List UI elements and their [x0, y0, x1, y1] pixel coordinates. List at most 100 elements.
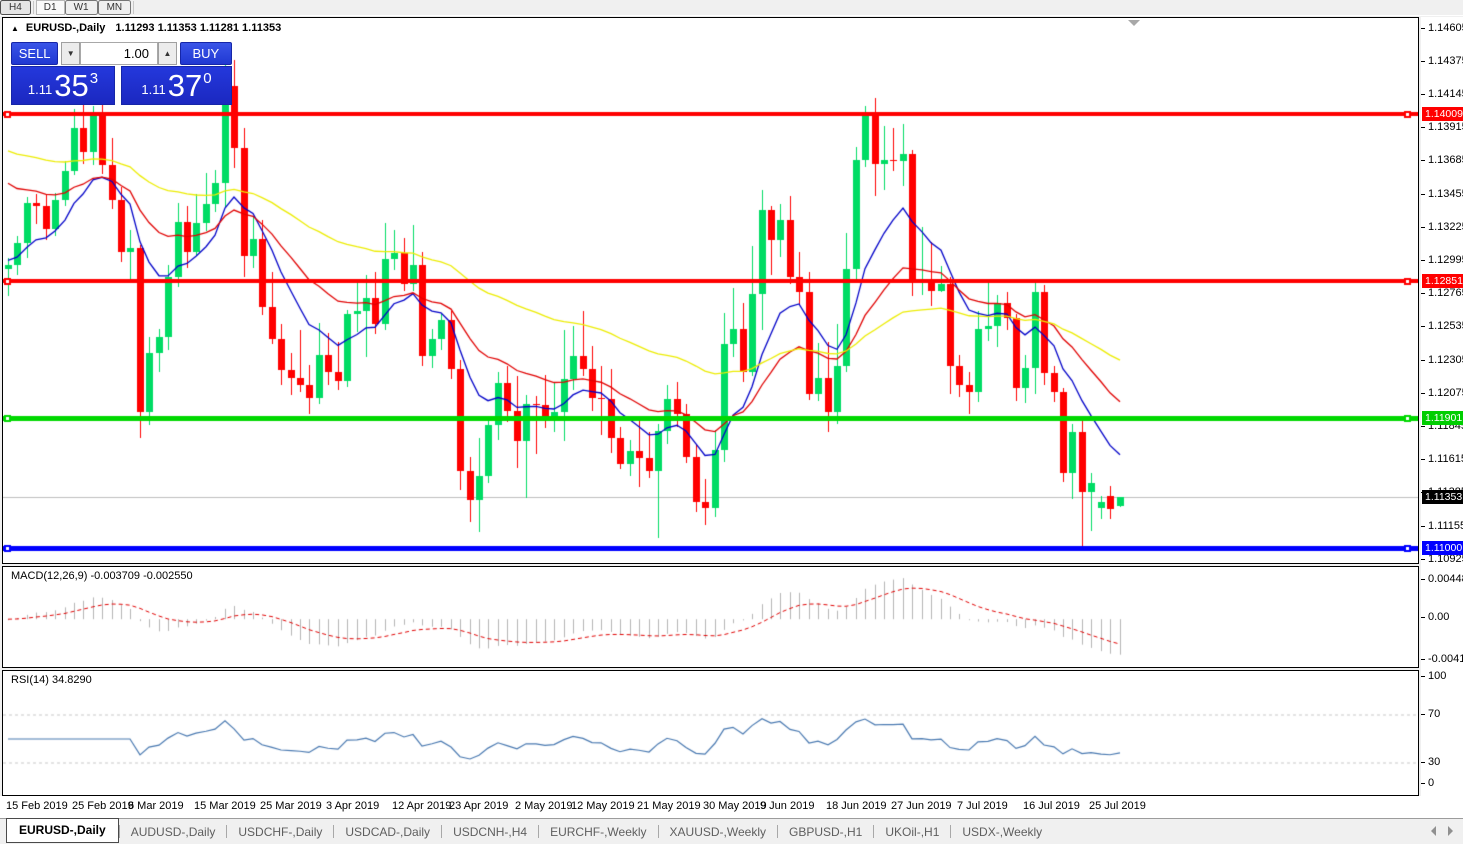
price-axis-tick — [1421, 227, 1425, 228]
macd-canvas[interactable] — [3, 567, 1418, 667]
time-axis-label: 30 May 2019 — [703, 800, 767, 812]
chart-symbol-title: EURUSD-,Daily — [26, 22, 105, 34]
chart-ohlc-values: 1.11293 1.11353 1.11281 1.11353 — [115, 22, 281, 34]
chart-tab-ukoil[interactable]: UKOil-,H1 — [874, 822, 950, 842]
price-axis-tick — [1421, 393, 1425, 394]
price-axis-tick-label: 1.14375 — [1428, 55, 1463, 67]
rsi-axis-tick — [1421, 714, 1425, 715]
chart-tab-audusd[interactable]: AUDUSD-,Daily — [120, 822, 227, 842]
toolbar-separator — [133, 1, 134, 14]
chart-tab-eurusd[interactable]: EURUSD-,Daily — [6, 818, 119, 843]
price-axis-tick — [1421, 28, 1425, 29]
price-axis-tick — [1421, 61, 1425, 62]
macd-axis-tick — [1421, 659, 1425, 660]
macd-label: MACD(12,26,9) -0.003709 -0.002550 — [11, 570, 193, 582]
chart-tab-usdx[interactable]: USDX-,Weekly — [951, 822, 1053, 842]
buy-price-tile[interactable]: 1.11 37 0 — [121, 66, 232, 105]
price-axis-tick-label: 1.14605 — [1428, 22, 1463, 34]
rsi-axis-label: 100 — [1428, 670, 1446, 682]
price-axis-tick-label: 1.12995 — [1428, 254, 1463, 266]
timeframe-button-w1[interactable]: W1 — [65, 0, 98, 15]
one-click-trade-panel: SELL ▼ ▲ BUY 1.11 35 3 1.11 37 0 — [11, 42, 232, 105]
price-axis-tick — [1421, 459, 1425, 460]
time-axis-label: 25 Jul 2019 — [1089, 800, 1146, 812]
price-axis-tick — [1421, 326, 1425, 327]
time-axis-label: 21 May 2019 — [637, 800, 701, 812]
volume-increase-button[interactable]: ▲ — [158, 42, 177, 65]
time-axis-label: 6 Mar 2019 — [128, 800, 184, 812]
sell-price-pips: 35 — [54, 71, 88, 101]
price-axis-tick-label: 1.12765 — [1428, 287, 1463, 299]
price-axis-tick — [1421, 260, 1425, 261]
macd-axis-label: 0.004484 — [1428, 573, 1463, 585]
trade-panel-collapse-icon[interactable]: ▲ — [11, 24, 19, 33]
price-level-tag: 1.11353 — [1422, 490, 1463, 504]
price-axis-tick — [1421, 94, 1425, 95]
sell-price-point: 3 — [90, 70, 98, 87]
rsi-axis-label: 70 — [1428, 708, 1440, 720]
price-axis-tick — [1421, 426, 1425, 427]
time-axis-label: 9 Jun 2019 — [760, 800, 814, 812]
macd-indicator-pane: MACD(12,26,9) -0.003709 -0.002550 — [2, 566, 1419, 668]
tab-scroll-right-icon[interactable] — [1448, 826, 1453, 836]
chart-tab-xauusd[interactable]: XAUUSD-,Weekly — [659, 822, 777, 842]
price-axis-tick-label: 1.13455 — [1428, 188, 1463, 200]
time-axis-label: 16 Jul 2019 — [1023, 800, 1080, 812]
tab-scroll-left-icon[interactable] — [1431, 826, 1436, 836]
price-axis-tick — [1421, 160, 1425, 161]
price-axis-tick — [1421, 194, 1425, 195]
chart-tab-bar: EURUSD-,DailyAUDUSD-,DailyUSDCHF-,DailyU… — [0, 818, 1463, 844]
buy-button[interactable]: BUY — [180, 42, 232, 65]
rsi-label: RSI(14) 34.8290 — [11, 674, 92, 686]
chart-tab-usdchf[interactable]: USDCHF-,Daily — [227, 822, 333, 842]
time-axis-label: 25 Mar 2019 — [260, 800, 322, 812]
time-axis-label: 12 Apr 2019 — [392, 800, 451, 812]
time-axis[interactable]: 15 Feb 201925 Feb 20196 Mar 201915 Mar 2… — [0, 796, 1463, 818]
time-axis-label: 15 Feb 2019 — [6, 800, 68, 812]
price-axis-tick-label: 1.12535 — [1428, 320, 1463, 332]
sell-price-prefix: 1.11 — [28, 82, 52, 97]
price-axis-tick — [1421, 526, 1425, 527]
rsi-indicator-pane: RSI(14) 34.8290 — [2, 670, 1419, 796]
macd-axis-label: -0.0041 — [1428, 653, 1463, 665]
toolbar-separator — [33, 1, 34, 14]
price-axis-tick — [1421, 127, 1425, 128]
buy-price-pips: 37 — [168, 71, 202, 101]
time-axis-label: 3 Apr 2019 — [326, 800, 379, 812]
buy-price-prefix: 1.11 — [141, 82, 165, 97]
time-axis-label: 27 Jun 2019 — [891, 800, 952, 812]
macd-axis-tick — [1421, 617, 1425, 618]
rsi-axis-tick — [1421, 676, 1425, 677]
price-axis-tick-label: 1.13225 — [1428, 221, 1463, 233]
rsi-axis-label: 30 — [1428, 756, 1440, 768]
timeframe-button-d1[interactable]: D1 — [36, 0, 65, 15]
timeframe-toolbar: H4 D1 W1 MN — [0, 0, 1463, 16]
price-axis-tick-label: 1.12305 — [1428, 354, 1463, 366]
price-axis-tick-label: 1.11615 — [1428, 453, 1463, 465]
buy-price-point: 0 — [203, 70, 211, 87]
chart-tab-usdcad[interactable]: USDCAD-,Daily — [334, 822, 441, 842]
time-axis-label: 23 Apr 2019 — [449, 800, 508, 812]
price-axis[interactable]: 1.146051.143751.141451.139151.136851.134… — [1421, 17, 1463, 796]
price-axis-tick — [1421, 559, 1425, 560]
macd-axis-tick — [1421, 579, 1425, 580]
chart-tab-gbpusd[interactable]: GBPUSD-,H1 — [778, 822, 873, 842]
volume-input[interactable] — [80, 42, 158, 65]
volume-decrease-button[interactable]: ▼ — [61, 42, 80, 65]
timeframe-button-h4[interactable]: H4 — [0, 0, 31, 15]
macd-axis-label: 0.00 — [1428, 611, 1449, 623]
price-axis-tick-label: 1.12075 — [1428, 387, 1463, 399]
rsi-axis-tick — [1421, 783, 1425, 784]
sell-button[interactable]: SELL — [11, 42, 58, 65]
sell-price-tile[interactable]: 1.11 35 3 — [11, 66, 115, 105]
price-level-tag: 1.11000 — [1422, 541, 1463, 555]
chart-tab-eurchf[interactable]: EURCHF-,Weekly — [539, 822, 657, 842]
chart-shift-marker-icon[interactable] — [1128, 20, 1140, 26]
rsi-axis-tick — [1421, 762, 1425, 763]
time-axis-label: 15 Mar 2019 — [194, 800, 256, 812]
timeframe-button-mn[interactable]: MN — [98, 0, 132, 15]
rsi-canvas[interactable] — [3, 671, 1418, 795]
rsi-axis-label: 0 — [1428, 777, 1434, 789]
chart-tab-usdcnh[interactable]: USDCNH-,H4 — [442, 822, 538, 842]
time-axis-label: 2 May 2019 — [515, 800, 572, 812]
